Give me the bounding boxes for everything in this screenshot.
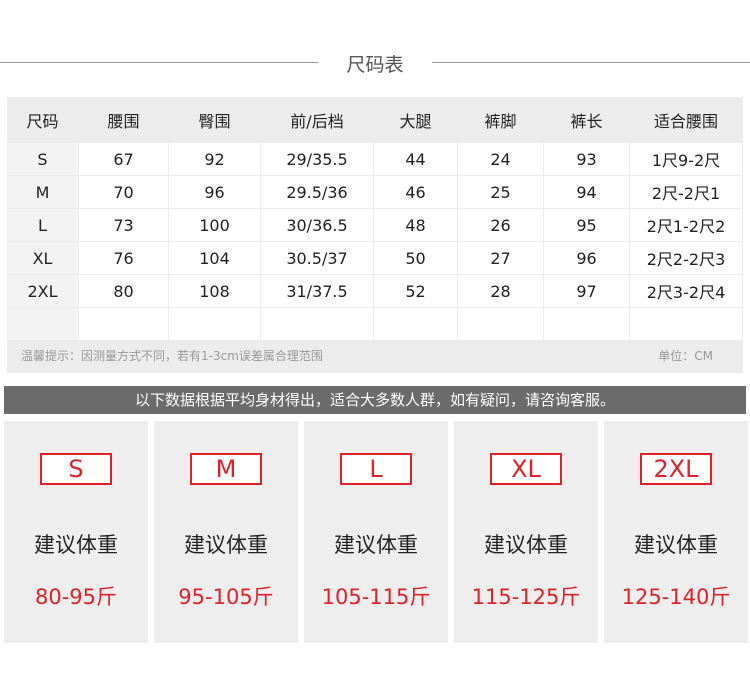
size-badge: M (190, 453, 262, 485)
weight-range: 125-140斤 (621, 585, 731, 609)
table-cell: 52 (374, 275, 458, 308)
weight-label: 建议体重 (634, 533, 718, 557)
table-cell: 97 (544, 275, 630, 308)
table-cell-empty (544, 308, 630, 341)
title-row: 尺码表 (0, 42, 750, 82)
table-cell: L (7, 209, 79, 242)
weight-card-xl: XL 建议体重 115-125斤 (454, 421, 598, 643)
table-cell: 70 (79, 176, 169, 209)
header-cell: 臀围 (169, 97, 261, 143)
weight-card-m: M 建议体重 95-105斤 (154, 421, 298, 643)
size-table-panel: 尺码 腰围 臀围 前/后档 大腿 裤脚 裤长 适合腰围 S 67 92 29/3… (7, 97, 743, 373)
table-cell-empty (374, 308, 458, 341)
weight-cards: S 建议体重 80-95斤 M 建议体重 95-105斤 L 建议体重 105-… (0, 421, 750, 643)
table-cell: M (7, 176, 79, 209)
size-badge: S (40, 453, 112, 485)
table-cell: 2XL (7, 275, 79, 308)
table-cell-empty (79, 308, 169, 341)
table-cell-empty (458, 308, 544, 341)
table-cell: 104 (169, 242, 261, 275)
size-badge: XL (490, 453, 562, 485)
table-cell: 100 (169, 209, 261, 242)
weight-range: 80-95斤 (34, 585, 118, 609)
table-cell: 44 (374, 143, 458, 176)
table-cell: 46 (374, 176, 458, 209)
table-cell: 67 (79, 143, 169, 176)
table-cell: 96 (544, 242, 630, 275)
weight-label: 建议体重 (34, 533, 118, 557)
table-cell: 30.5/37 (261, 242, 374, 275)
table-cell: 73 (79, 209, 169, 242)
table-row: 2XL 80 108 31/37.5 52 28 97 2尺3-2尺4 (7, 275, 743, 308)
table-cell: 2尺2-2尺3 (630, 242, 743, 275)
table-cell: 28 (458, 275, 544, 308)
header-cell: 尺码 (7, 97, 79, 143)
weight-card-l: L 建议体重 105-115斤 (304, 421, 448, 643)
table-header-row: 尺码 腰围 臀围 前/后档 大腿 裤脚 裤长 适合腰围 (7, 97, 743, 143)
table-cell: 25 (458, 176, 544, 209)
table-cell: 93 (544, 143, 630, 176)
weight-card-s: S 建议体重 80-95斤 (4, 421, 148, 643)
table-cell: 27 (458, 242, 544, 275)
size-badge: 2XL (640, 453, 712, 485)
table-cell-empty (630, 308, 743, 341)
table-cell: 30/36.5 (261, 209, 374, 242)
table-cell-empty (169, 308, 261, 341)
size-badge: L (340, 453, 412, 485)
table-row: S 67 92 29/35.5 44 24 93 1尺9-2尺 (7, 143, 743, 176)
table-cell: 1尺9-2尺 (630, 143, 743, 176)
table-cell: 50 (374, 242, 458, 275)
table-cell-empty (261, 308, 374, 341)
table-cell: 108 (169, 275, 261, 308)
header-cell: 裤脚 (458, 97, 544, 143)
title-divider-right (432, 62, 750, 63)
table-cell: 80 (79, 275, 169, 308)
weight-range: 105-115斤 (321, 585, 431, 609)
weight-range: 95-105斤 (178, 585, 274, 609)
table-cell: 2尺3-2尺4 (630, 275, 743, 308)
header-cell: 前/后档 (261, 97, 374, 143)
table-row: L 73 100 30/36.5 48 26 95 2尺1-2尺2 (7, 209, 743, 242)
table-cell: 29/35.5 (261, 143, 374, 176)
table-cell: 95 (544, 209, 630, 242)
header-cell: 大腿 (374, 97, 458, 143)
table-cell: XL (7, 242, 79, 275)
weight-label: 建议体重 (484, 533, 568, 557)
info-banner: 以下数据根据平均身材得出，适合大多数人群，如有疑问，请咨询客服。 (4, 386, 746, 414)
page-title: 尺码表 (346, 54, 404, 76)
table-cell-empty (7, 308, 79, 341)
table-cell: 31/37.5 (261, 275, 374, 308)
weight-label: 建议体重 (184, 533, 268, 557)
measurement-note: 温馨提示：因测量方式不同，若有1-3cm误差属合理范围 (21, 349, 323, 363)
table-row: M 70 96 29.5/36 46 25 94 2尺-2尺1 (7, 176, 743, 209)
weight-card-2xl: 2XL 建议体重 125-140斤 (604, 421, 748, 643)
table-row-empty (7, 308, 743, 341)
table-cell: 24 (458, 143, 544, 176)
table-cell: 48 (374, 209, 458, 242)
table-row: XL 76 104 30.5/37 50 27 96 2尺2-2尺3 (7, 242, 743, 275)
weight-range: 115-125斤 (471, 585, 581, 609)
table-cell: 29.5/36 (261, 176, 374, 209)
header-cell: 适合腰围 (630, 97, 743, 143)
table-cell: 76 (79, 242, 169, 275)
table-cell: 2尺-2尺1 (630, 176, 743, 209)
table-cell: S (7, 143, 79, 176)
header-cell: 腰围 (79, 97, 169, 143)
table-cell: 2尺1-2尺2 (630, 209, 743, 242)
table-cell: 92 (169, 143, 261, 176)
title-divider-left (0, 62, 318, 63)
header-cell: 裤长 (544, 97, 630, 143)
table-cell: 26 (458, 209, 544, 242)
table-cell: 94 (544, 176, 630, 209)
size-table: 尺码 腰围 臀围 前/后档 大腿 裤脚 裤长 适合腰围 S 67 92 29/3… (7, 97, 743, 341)
unit-label: 单位：CM (658, 349, 713, 363)
weight-label: 建议体重 (334, 533, 418, 557)
table-cell: 96 (169, 176, 261, 209)
